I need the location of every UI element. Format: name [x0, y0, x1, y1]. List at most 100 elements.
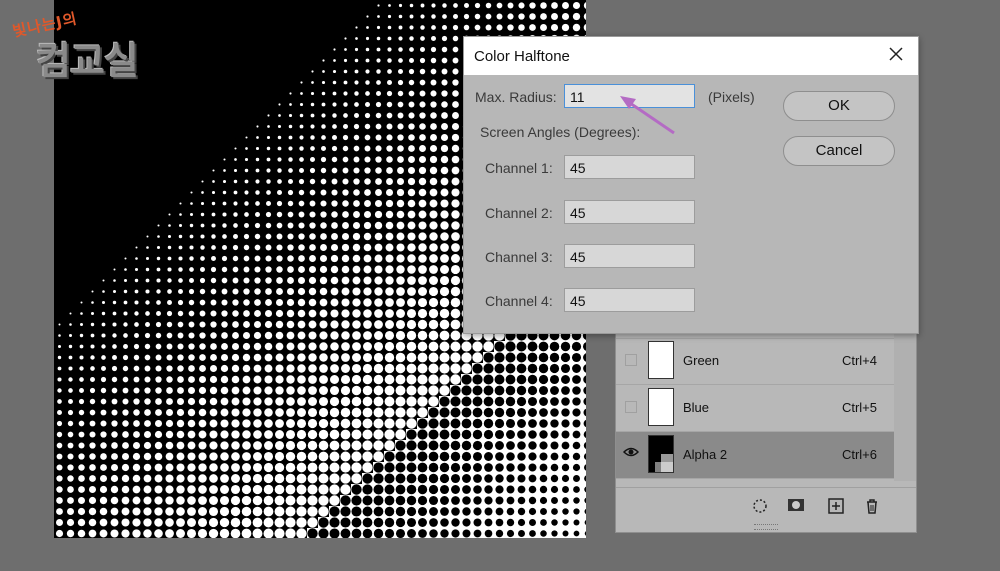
- halftone-dot: [473, 518, 482, 527]
- halftone-dot: [199, 332, 206, 339]
- halftone-dot: [166, 365, 173, 372]
- halftone-dot: [256, 125, 259, 128]
- halftone-dot: [156, 256, 161, 261]
- halftone-dot: [134, 267, 139, 272]
- halftone-dot: [264, 309, 273, 318]
- halftone-dot: [527, 352, 538, 363]
- halftone-dot: [473, 485, 482, 494]
- halftone-dot: [540, 2, 547, 9]
- halftone-dot: [179, 202, 182, 205]
- halftone-dot: [441, 101, 448, 108]
- halftone-dot: [242, 452, 251, 461]
- halftone-dot: [243, 255, 250, 262]
- halftone-dot: [352, 309, 361, 318]
- halftone-dot: [572, 441, 581, 450]
- halftone-dot: [506, 507, 515, 516]
- halftone-dot: [340, 374, 351, 385]
- halftone-dot: [428, 385, 439, 396]
- save-mask-icon[interactable]: [786, 498, 806, 518]
- halftone-dot: [275, 309, 284, 318]
- halftone-dot: [220, 474, 229, 483]
- halftone-dot: [440, 177, 449, 186]
- halftone-dot: [450, 385, 461, 396]
- halftone-dot: [288, 179, 293, 184]
- halftone-dot: [297, 342, 306, 351]
- halftone-dot: [331, 211, 338, 218]
- halftone-dot: [242, 364, 251, 373]
- halftone-dot: [102, 279, 105, 282]
- halftone-dot: [132, 485, 141, 494]
- halftone-dot: [187, 485, 196, 494]
- halftone-dot: [299, 113, 304, 118]
- halftone-dot: [275, 375, 284, 384]
- halftone-dot: [275, 331, 284, 340]
- halftone-dot: [538, 341, 549, 352]
- halftone-dot: [440, 221, 449, 230]
- channel-row-blue[interactable]: Blue Ctrl+5: [616, 385, 894, 432]
- halftone-dot: [222, 190, 227, 195]
- halftone-dot: [287, 222, 294, 229]
- halftone-dot: [132, 496, 141, 505]
- halftone-dot: [505, 418, 516, 429]
- halftone-dot: [561, 12, 570, 21]
- halftone-dot: [275, 342, 284, 351]
- halftone-dot: [298, 255, 305, 262]
- halftone-dot: [244, 190, 249, 195]
- halftone-dot: [55, 529, 64, 538]
- halftone-dot: [78, 475, 85, 482]
- halftone-dot: [154, 485, 163, 494]
- halftone-dot: [320, 244, 327, 251]
- halftone-dot: [351, 473, 362, 484]
- halftone-dot: [484, 496, 493, 505]
- channel-row-green[interactable]: Green Ctrl+4: [616, 338, 894, 385]
- halftone-dot: [274, 495, 285, 506]
- load-selection-icon[interactable]: [750, 498, 770, 518]
- halftone-dot: [177, 321, 184, 328]
- halftone-dot: [343, 91, 348, 96]
- channel-row-alpha-2[interactable]: Alpha 2 Ctrl+6: [616, 432, 894, 479]
- halftone-dot: [143, 529, 152, 538]
- halftone-dot: [428, 363, 439, 374]
- halftone-dot: [143, 507, 152, 516]
- halftone-dot: [244, 179, 249, 184]
- visibility-toggle[interactable]: [625, 401, 637, 413]
- halftone-dot: [57, 410, 62, 415]
- halftone-dot: [429, 518, 438, 527]
- halftone-dot: [276, 266, 283, 273]
- halftone-dot: [375, 156, 382, 163]
- eye-icon[interactable]: [622, 445, 640, 463]
- halftone-dot: [417, 440, 428, 451]
- halftone-dot: [483, 418, 494, 429]
- halftone-dot: [355, 37, 358, 40]
- resize-grip[interactable]: [754, 524, 778, 530]
- halftone-dot: [285, 462, 296, 473]
- halftone-dot: [200, 212, 205, 217]
- visibility-toggle[interactable]: [625, 354, 637, 366]
- halftone-dot: [417, 308, 428, 319]
- halftone-dot: [538, 374, 549, 385]
- halftone-dot: [176, 518, 185, 527]
- halftone-dot: [453, 3, 458, 8]
- halftone-dot: [451, 133, 460, 142]
- halftone-dot: [373, 473, 384, 484]
- halftone-dot: [529, 530, 536, 537]
- halftone-dot: [233, 179, 238, 184]
- halftone-dot: [309, 178, 316, 185]
- halftone-dot: [472, 374, 483, 385]
- halftone-dot: [494, 407, 505, 418]
- halftone-dot: [441, 35, 448, 42]
- halftone-dot: [365, 47, 370, 52]
- halftone-dot: [373, 352, 384, 363]
- halftone-dot: [198, 496, 207, 505]
- new-channel-icon[interactable]: [826, 498, 846, 518]
- halftone-dot: [418, 243, 427, 252]
- halftone-dot: [209, 474, 218, 483]
- halftone-dot: [155, 365, 162, 372]
- delete-icon[interactable]: [862, 498, 882, 518]
- halftone-dot: [440, 144, 449, 153]
- halftone-dot: [340, 396, 351, 407]
- halftone-dot: [99, 474, 108, 483]
- halftone-dot: [408, 145, 415, 152]
- halftone-dot: [395, 330, 406, 341]
- halftone-dot: [143, 496, 152, 505]
